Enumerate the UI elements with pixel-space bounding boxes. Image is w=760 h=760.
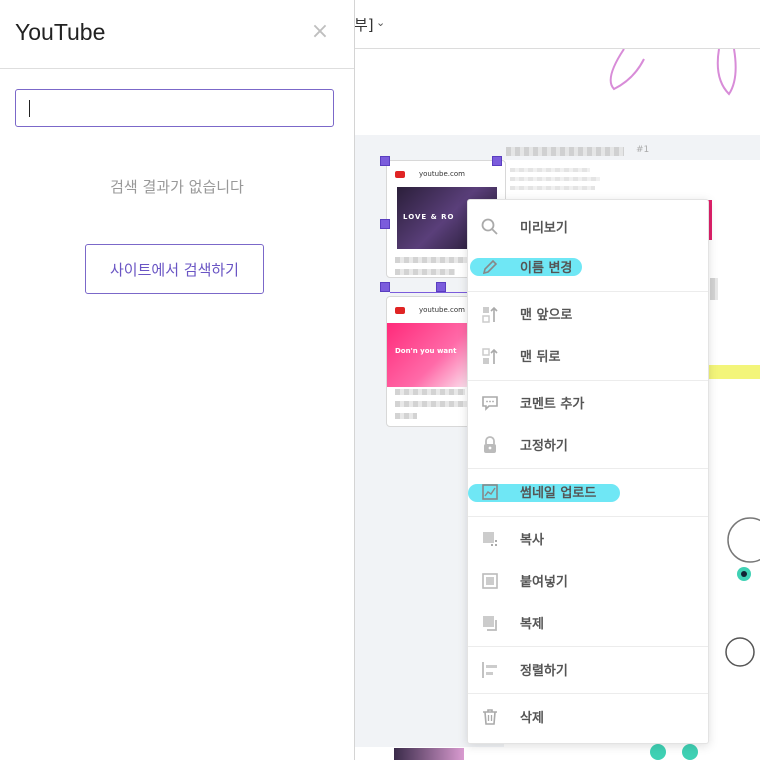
menu-item-label: 복제 bbox=[520, 617, 544, 632]
menu-item-label: 맨 앞으로 bbox=[520, 308, 573, 323]
youtube-panel: YouTube × 검색 결과가 없습니다 사이트에서 검색하기 bbox=[0, 0, 355, 760]
menu-item-label: 고정하기 bbox=[520, 439, 568, 454]
lock-icon bbox=[484, 436, 496, 453]
search-input[interactable] bbox=[15, 89, 334, 127]
resize-handle[interactable] bbox=[380, 282, 390, 292]
menu-item-label: 복사 bbox=[520, 533, 544, 548]
menu-item-label: 이름 변경 bbox=[520, 261, 573, 276]
menu-divider bbox=[468, 516, 708, 517]
menu-item-copy[interactable]: 복사 bbox=[468, 519, 708, 559]
resize-handle[interactable] bbox=[436, 282, 446, 292]
illustration-accent bbox=[709, 365, 760, 379]
menu-item-preview[interactable]: 미리보기 bbox=[468, 207, 708, 247]
menu-item-paste[interactable]: 붙여넣기 bbox=[468, 561, 708, 601]
blurred-text bbox=[710, 278, 718, 300]
chevron-down-icon[interactable]: ⌄ bbox=[376, 16, 385, 29]
board-title[interactable]: 부] bbox=[354, 14, 374, 35]
menu-item-label: 삭제 bbox=[520, 711, 544, 726]
menu-item-delete[interactable]: 삭제 bbox=[468, 697, 708, 737]
paste-icon bbox=[482, 573, 498, 589]
menu-item-rename[interactable]: 이름 변경 bbox=[468, 247, 708, 287]
menu-divider bbox=[468, 468, 708, 469]
menu-divider bbox=[468, 646, 708, 647]
search-icon bbox=[481, 218, 498, 235]
blurred-text bbox=[395, 257, 475, 263]
duplicate-icon bbox=[483, 616, 497, 631]
menu-item-add-comment[interactable]: 코멘트 추가 bbox=[468, 383, 708, 423]
copy-icon bbox=[483, 532, 497, 546]
comment-icon bbox=[482, 396, 498, 411]
menu-item-send-to-back[interactable]: 맨 뒤로 bbox=[468, 336, 708, 376]
align-icon bbox=[482, 662, 497, 678]
note-text bbox=[510, 186, 595, 190]
thumbnail-text: LOVE & RO bbox=[403, 213, 455, 221]
resize-handle[interactable] bbox=[380, 156, 390, 166]
menu-item-bring-to-front[interactable]: 맨 앞으로 bbox=[468, 294, 708, 334]
image-icon bbox=[482, 484, 498, 500]
note-text bbox=[510, 168, 590, 172]
menu-item-upload-thumbnail[interactable]: 썸네일 업로드 bbox=[468, 472, 708, 512]
blurred-text bbox=[395, 413, 417, 419]
text-caret bbox=[29, 100, 30, 117]
menu-item-label: 미리보기 bbox=[520, 221, 568, 236]
menu-divider bbox=[468, 380, 708, 381]
menu-item-label: 붙여넣기 bbox=[520, 575, 568, 590]
menu-item-label: 코멘트 추가 bbox=[520, 397, 585, 412]
menu-divider bbox=[468, 291, 708, 292]
bring-front-icon bbox=[482, 306, 498, 323]
blurred-text bbox=[395, 389, 465, 395]
context-menu: 미리보기 이름 변경 맨 앞으로 맨 뒤로 코멘트 추가 고정하기 썸네일 업로… bbox=[467, 199, 709, 744]
panel-title: YouTube bbox=[15, 19, 106, 45]
site-search-button[interactable]: 사이트에서 검색하기 bbox=[85, 244, 264, 294]
page-marker: #1 bbox=[636, 145, 650, 155]
close-icon[interactable]: × bbox=[309, 20, 331, 44]
menu-item-lock[interactable]: 고정하기 bbox=[468, 425, 708, 465]
menu-item-align[interactable]: 정렬하기 bbox=[468, 650, 708, 690]
thumbnail-text: Don'n you want bbox=[395, 347, 457, 355]
blurred-text bbox=[506, 147, 624, 156]
empty-state-message: 검색 결과가 없습니다 bbox=[110, 178, 244, 196]
illustration-top bbox=[609, 49, 737, 96]
menu-divider bbox=[468, 693, 708, 694]
card-domain: youtube.com bbox=[419, 306, 465, 314]
card-thumbnail: Don'n you want bbox=[387, 323, 469, 387]
resize-handle[interactable] bbox=[492, 156, 502, 166]
note-text bbox=[510, 177, 600, 181]
youtube-logo-icon bbox=[395, 170, 405, 178]
pencil-icon bbox=[482, 259, 498, 275]
trash-icon bbox=[483, 709, 497, 725]
menu-item-label: 썸네일 업로드 bbox=[520, 486, 597, 501]
menu-item-label: 정렬하기 bbox=[520, 664, 568, 679]
illustration-bottom bbox=[394, 748, 464, 760]
menu-item-duplicate[interactable]: 복제 bbox=[468, 603, 708, 643]
menu-item-label: 맨 뒤로 bbox=[520, 350, 561, 365]
card-domain: youtube.com bbox=[419, 170, 465, 178]
youtube-logo-icon bbox=[395, 306, 405, 314]
blurred-text bbox=[395, 401, 471, 407]
send-back-icon bbox=[482, 348, 498, 364]
blurred-text bbox=[395, 269, 455, 275]
illustration-character bbox=[725, 517, 760, 667]
board-topbar: 부] ⌄ bbox=[354, 0, 760, 49]
card-header: youtube.com bbox=[387, 161, 505, 187]
panel-divider bbox=[0, 68, 354, 69]
resize-handle[interactable] bbox=[380, 219, 390, 229]
